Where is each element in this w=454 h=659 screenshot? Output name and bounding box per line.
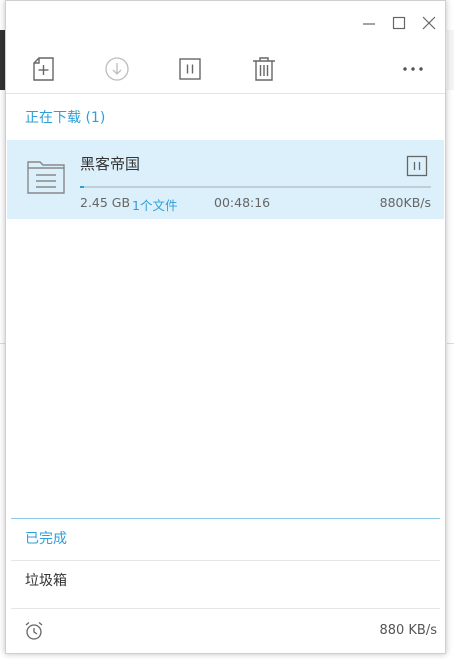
task-pause-button[interactable] [406,155,428,177]
download-manager-window: 正在下载 (1) 黑客帝国 2.45 GB 1个文件 00:48:16 880K… [5,0,446,654]
alarm-clock-icon [25,622,43,640]
pause-icon [406,155,428,177]
task-file-count[interactable]: 1个文件 [132,195,177,214]
task-progress-bar [80,186,431,188]
close-button[interactable] [414,9,444,37]
task-progress-fill [80,186,84,188]
downloading-header[interactable]: 正在下载 (1) [25,107,105,127]
minimize-icon [363,23,375,25]
task-remaining-time: 00:48:16 [214,195,271,210]
minimize-button[interactable] [354,9,384,37]
resume-download-button[interactable] [99,51,135,87]
add-file-icon [33,57,54,81]
background-divider [447,343,454,344]
total-speed: 880 KB/s [379,623,437,638]
folder-icon [27,161,65,194]
background-app-strip [447,30,454,90]
completed-header[interactable]: 已完成 [25,528,67,548]
section-divider [11,518,440,519]
new-task-button[interactable] [26,51,62,87]
status-bar: 880 KB/s [6,609,445,653]
more-icon [403,67,423,71]
trash-header[interactable]: 垃圾箱 [25,570,67,590]
more-button[interactable] [395,51,431,87]
task-speed: 880KB/s [379,195,431,210]
pause-icon [179,58,201,80]
pause-all-button[interactable] [172,51,208,87]
close-icon [422,16,436,30]
download-icon [105,57,129,81]
toolbar [6,45,445,94]
delete-button[interactable] [246,51,282,87]
scheduler-button[interactable] [24,621,44,641]
task-size: 2.45 GB [80,195,131,210]
task-name: 黑客帝国 [80,155,141,173]
trash-icon [253,57,275,81]
section-divider [11,560,440,561]
download-task-row[interactable]: 黑客帝国 2.45 GB 1个文件 00:48:16 880KB/s [7,140,444,219]
maximize-button[interactable] [384,9,414,37]
maximize-icon [392,16,406,30]
title-bar[interactable] [6,1,445,45]
